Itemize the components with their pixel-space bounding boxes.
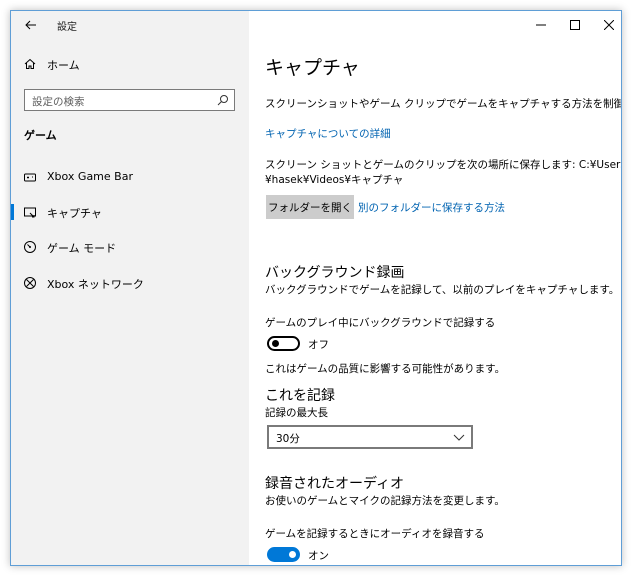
other-folder-link[interactable]: 別のフォルダーに保存する方法 — [358, 200, 505, 215]
background-recording-heading: バックグラウンド録画 — [265, 265, 405, 281]
background-recording-description: バックグラウンドでゲームを記録して、以前のプレイをキャプチャします。 — [265, 284, 620, 296]
maximize-button[interactable] — [563, 15, 587, 35]
close-button[interactable] — [597, 15, 621, 35]
sidebar-item-xbox-game-bar[interactable]: Xbox Game Bar — [11, 162, 249, 192]
xbox-network-icon — [24, 277, 36, 289]
open-folder-button[interactable]: フォルダーを開く — [266, 195, 354, 219]
back-arrow-icon — [25, 20, 36, 30]
sidebar-item-capture[interactable]: キャプチャ — [11, 197, 249, 227]
sidebar-item-xbox-network[interactable]: Xbox ネットワーク — [11, 268, 249, 298]
sidebar-item-label: ゲーム モード — [47, 242, 117, 255]
minimize-icon — [536, 24, 546, 26]
quality-note: これはゲームの品質に影響する可能性があります。 — [265, 363, 506, 375]
audio-record-toggle-state: オン — [308, 550, 329, 562]
settings-window: 設定 ホーム 設定の検索 ゲーム Xbox Game Bar キャプチャ ゲーム… — [10, 10, 622, 566]
title-bar: 設定 — [11, 11, 621, 39]
chevron-down-icon — [453, 434, 465, 441]
max-length-label: 記録の最大長 — [265, 407, 328, 419]
search-input[interactable]: 設定の検索 — [24, 89, 235, 111]
window-title: 設定 — [57, 22, 77, 33]
xbox-game-bar-icon — [24, 173, 36, 182]
page-description: スクリーンショットやゲーム クリップでゲームをキャプチャする方法を制御します。 — [265, 98, 622, 110]
background-record-toggle-state: オフ — [308, 339, 329, 351]
section-heading-game: ゲーム — [24, 129, 57, 142]
save-location-text: スクリーン ショットとゲームのクリップを次の場所に保存します: C:¥Users — [265, 159, 622, 171]
sidebar-item-label: Xbox ネットワーク — [47, 278, 144, 291]
page-title: キャプチャ — [265, 57, 360, 79]
toggle-knob — [289, 551, 296, 558]
max-length-value: 30分 — [276, 433, 300, 445]
sidebar-item-label: キャプチャ — [47, 207, 102, 220]
toggle-knob — [272, 340, 279, 347]
learn-more-link[interactable]: キャプチャについての詳細 — [265, 126, 391, 141]
save-location-path: ¥hasek¥Videos¥キャプチャ — [265, 174, 404, 186]
sidebar-item-label: Xbox Game Bar — [47, 170, 133, 183]
recorded-audio-description: お使いのゲームとマイクの記録方法を変更します。 — [265, 495, 505, 507]
recorded-audio-heading: 録音されたオーディオ — [265, 476, 405, 492]
background-record-toggle[interactable] — [267, 336, 300, 351]
maximize-icon — [570, 20, 580, 30]
search-placeholder: 設定の検索 — [32, 96, 85, 108]
minimize-button[interactable] — [529, 15, 553, 35]
capture-icon — [24, 207, 36, 218]
search-icon — [217, 95, 228, 106]
audio-record-toggle[interactable] — [267, 547, 300, 562]
max-length-select[interactable]: 30分 — [267, 425, 473, 449]
home-icon — [24, 58, 36, 69]
sidebar-item-game-mode[interactable]: ゲーム モード — [11, 232, 249, 262]
close-icon — [604, 20, 614, 30]
game-mode-icon — [24, 241, 36, 253]
record-this-heading: これを記録 — [265, 388, 335, 404]
sidebar-item-label: ホーム — [47, 59, 80, 72]
sidebar-item-home[interactable]: ホーム — [11, 49, 249, 79]
audio-record-toggle-label: ゲームを記録するときにオーディオを録音する — [265, 528, 485, 540]
background-record-toggle-label: ゲームのプレイ中にバックグラウンドで記録する — [265, 317, 496, 329]
back-button[interactable] — [19, 15, 43, 35]
